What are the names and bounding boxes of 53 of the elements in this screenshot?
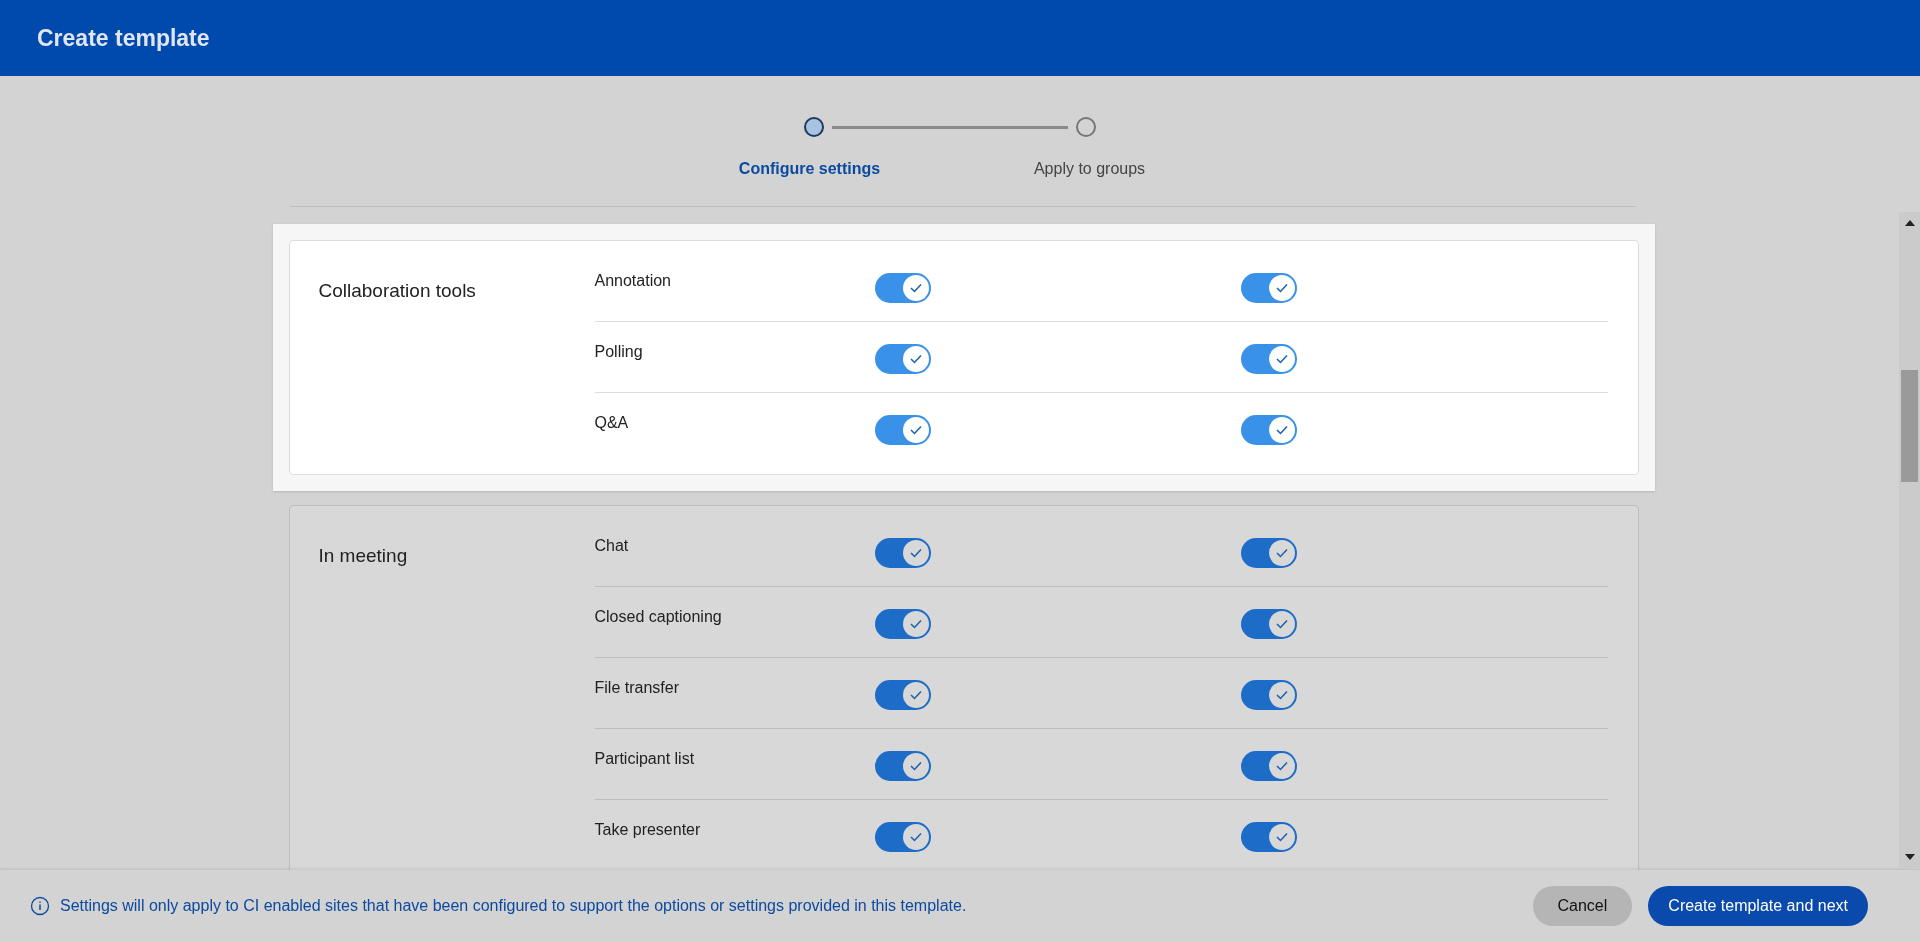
check-icon (909, 619, 922, 629)
check-icon (1275, 548, 1288, 558)
setting-label: Participant list (594, 749, 696, 769)
setting-label: Take presenter (594, 820, 702, 840)
scrollbar[interactable] (1899, 212, 1920, 868)
check-icon (1275, 619, 1288, 629)
toggle-switch[interactable] (1240, 415, 1297, 445)
section-title: Collaboration tools (318, 279, 477, 303)
setting-label: Closed captioning (594, 607, 723, 627)
check-icon (909, 354, 922, 364)
check-icon (909, 832, 922, 842)
scroll-down-icon[interactable] (1904, 854, 1915, 860)
setting-label: Q&A (594, 413, 630, 433)
scroll-up-icon[interactable] (1904, 220, 1915, 226)
check-icon (909, 283, 922, 293)
toggle-switch[interactable] (1240, 609, 1297, 639)
toggle-switch[interactable] (874, 538, 931, 568)
create-button[interactable]: Create template and next (1648, 886, 1868, 926)
toggle-switch[interactable] (874, 609, 931, 639)
setting-label: Polling (594, 342, 644, 362)
setting-label: Annotation (594, 271, 672, 291)
toggle-switch[interactable] (874, 415, 931, 445)
toggle-switch[interactable] (1240, 680, 1297, 710)
toggle-switch[interactable] (1240, 822, 1297, 852)
toggle-switch[interactable] (1240, 273, 1297, 303)
check-icon (1275, 761, 1288, 771)
toggle-switch[interactable] (874, 273, 931, 303)
toggle-switch[interactable] (874, 822, 931, 852)
toggle-switch[interactable] (874, 344, 931, 374)
step-label: Apply to groups (1032, 159, 1147, 179)
page-title: Create template (37, 23, 210, 53)
check-icon (909, 690, 922, 700)
toggle-switch[interactable] (1240, 751, 1297, 781)
check-icon (909, 425, 922, 435)
info-icon (30, 896, 50, 916)
check-icon (1275, 425, 1288, 435)
toggle-switch[interactable] (874, 751, 931, 781)
toggle-switch[interactable] (1240, 538, 1297, 568)
setting-label: Chat (594, 536, 630, 556)
check-icon (1275, 690, 1288, 700)
setting-label: File transfer (594, 678, 680, 698)
step-label: Configure settings (737, 159, 882, 179)
section-title: In meeting (318, 544, 409, 568)
scrollbar-thumb[interactable] (1901, 370, 1918, 482)
toggle-switch[interactable] (1240, 344, 1297, 374)
cancel-button[interactable]: Cancel (1532, 886, 1633, 926)
check-icon (909, 548, 922, 558)
info-note: Settings will only apply to CI enabled sites that have been configured to support the options or settings provided in this template. (60, 896, 968, 916)
toggle-switch[interactable] (874, 680, 931, 710)
check-icon (1275, 354, 1288, 364)
check-icon (1275, 832, 1288, 842)
check-icon (1275, 283, 1288, 293)
check-icon (909, 761, 922, 771)
